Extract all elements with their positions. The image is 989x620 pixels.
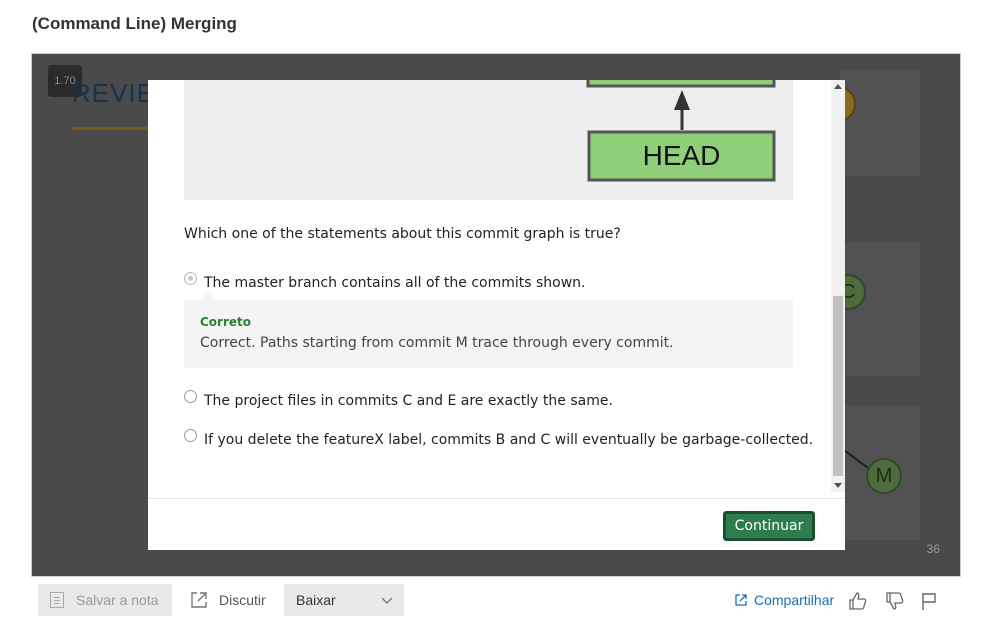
commit-graph-figure: HEAD — [184, 80, 793, 200]
chevron-down-icon — [381, 597, 393, 604]
share-link[interactable]: Compartilhar — [734, 584, 834, 616]
slide-commit-node-m: M — [866, 458, 902, 494]
head-arrow-head — [674, 90, 690, 110]
note-icon — [50, 592, 64, 608]
share-icon — [735, 594, 747, 606]
flag-icon[interactable] — [920, 591, 938, 611]
radio-option-2[interactable] — [184, 390, 197, 403]
discuss-label: Discutir — [219, 592, 266, 608]
answer-option-3-label: If you delete the featureX label, commit… — [204, 432, 814, 448]
answer-option-2[interactable]: The project files in commits C and E are… — [184, 390, 613, 409]
modal-scrollbar[interactable] — [831, 80, 845, 492]
radio-option-3[interactable] — [184, 429, 197, 442]
answer-feedback: Correto Correct. Paths starting from com… — [184, 292, 793, 368]
answer-option-1-label: The master branch contains all of the co… — [204, 275, 586, 291]
feedback-title: Correto — [200, 315, 252, 329]
slide-page-number: 36 — [926, 542, 940, 556]
answer-option-1[interactable]: The master branch contains all of the co… — [184, 272, 586, 291]
save-note-button[interactable]: Salvar a nota — [38, 584, 172, 616]
scrollbar-thumb[interactable] — [833, 296, 843, 476]
quiz-modal: HEAD Which one of the statements about t… — [148, 80, 845, 550]
feedback-text: Correct. Paths starting from commit M tr… — [200, 335, 674, 351]
thumbs-up-icon[interactable] — [848, 591, 868, 611]
answer-option-2-label: The project files in commits C and E are… — [204, 393, 613, 409]
download-dropdown[interactable]: Baixar — [284, 584, 404, 616]
video-player[interactable]: 1.70 REVIEW E C M 36 HEAD Which one of t — [31, 53, 961, 577]
thumbs-down-icon[interactable] — [885, 591, 905, 611]
external-link-icon — [191, 592, 207, 608]
download-label: Baixar — [296, 592, 336, 608]
page-title: (Command Line) Merging — [32, 14, 237, 33]
answer-option-3[interactable]: If you delete the featureX label, commit… — [184, 429, 814, 448]
scroll-up-arrow-icon[interactable] — [834, 84, 842, 89]
radio-option-1[interactable] — [184, 272, 197, 285]
continue-button[interactable]: Continuar — [722, 510, 816, 542]
discuss-button[interactable]: Discutir — [190, 584, 266, 616]
head-label: HEAD — [642, 140, 721, 171]
question-text: Which one of the statements about this c… — [184, 226, 621, 242]
lecture-toolbar: Salvar a nota Discutir Baixar Compartilh… — [0, 580, 989, 620]
quiz-modal-footer: Continuar — [148, 498, 845, 550]
save-note-label: Salvar a nota — [76, 592, 159, 608]
quiz-scroll-area[interactable]: HEAD Which one of the statements about t… — [148, 80, 845, 492]
scroll-down-arrow-icon[interactable] — [834, 483, 842, 488]
share-label: Compartilhar — [754, 592, 835, 608]
branch-box-partial — [586, 80, 776, 88]
